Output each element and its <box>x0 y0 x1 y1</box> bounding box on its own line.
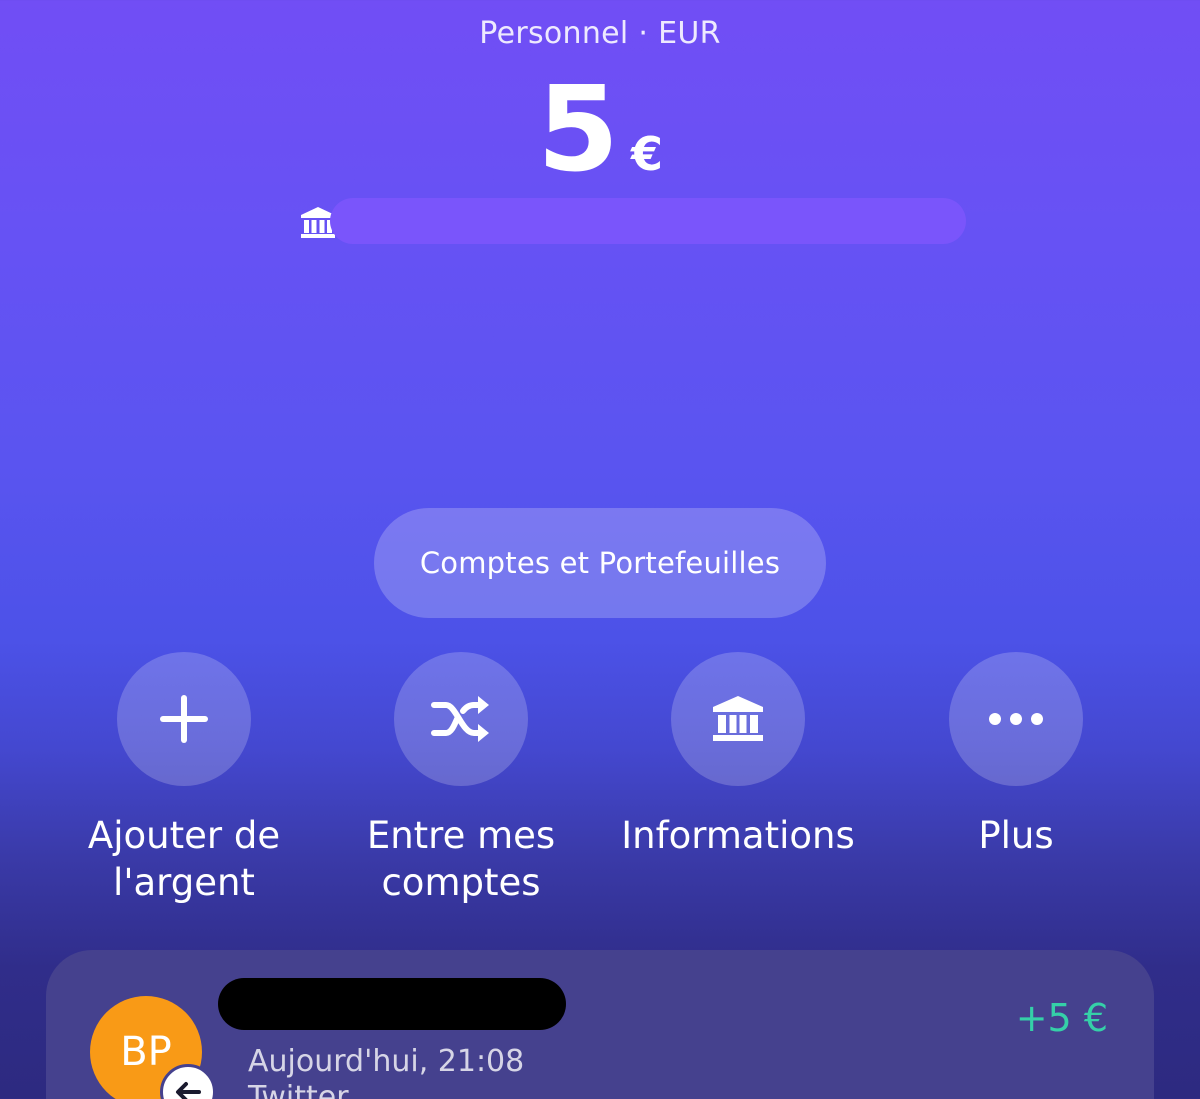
information-button[interactable] <box>671 652 805 786</box>
balance-amount: 5 <box>536 60 619 198</box>
shuffle-icon <box>431 696 489 742</box>
redacted-iban <box>330 198 966 244</box>
arrow-left-icon <box>176 1082 201 1099</box>
more-icon <box>989 713 1043 725</box>
account-header-label[interactable]: Personnel · EUR <box>0 16 1200 51</box>
accounts-and-wallets-button[interactable]: Comptes et Portefeuilles <box>374 508 826 618</box>
balance-display: 5 € <box>0 70 1200 188</box>
transfer-between-accounts-label: Entre mes comptes <box>366 814 556 904</box>
transfer-between-accounts-button[interactable] <box>394 652 528 786</box>
more-action[interactable]: Plus <box>886 652 1146 859</box>
bank-icon <box>713 696 763 741</box>
transaction-amount: +5 € <box>1015 996 1108 1040</box>
add-money-label: Ajouter de l'argent <box>87 814 281 904</box>
transaction-note: Twitter <box>248 1080 349 1099</box>
plus-icon <box>160 695 208 743</box>
add-money-action[interactable]: Ajouter de l'argent <box>54 652 314 906</box>
account-details-row[interactable] <box>298 196 968 248</box>
balance-currency: € <box>631 127 664 181</box>
transaction-card[interactable]: BP Aujourd'hui, 21:08 Twitter +5 € <box>46 950 1154 1099</box>
transfer-between-accounts-action[interactable]: Entre mes comptes <box>331 652 591 906</box>
quick-actions: Ajouter de l'argent Entre mes comptes In… <box>0 652 1200 912</box>
avatar-initials: BP <box>120 1029 172 1075</box>
transaction-date: Aujourd'hui, 21:08 <box>248 1044 525 1079</box>
more-button[interactable] <box>949 652 1083 786</box>
redacted-sender-name <box>218 978 566 1030</box>
information-label: Informations <box>621 814 855 857</box>
more-label: Plus <box>978 814 1054 857</box>
information-action[interactable]: Informations <box>608 652 868 859</box>
add-money-button[interactable] <box>117 652 251 786</box>
